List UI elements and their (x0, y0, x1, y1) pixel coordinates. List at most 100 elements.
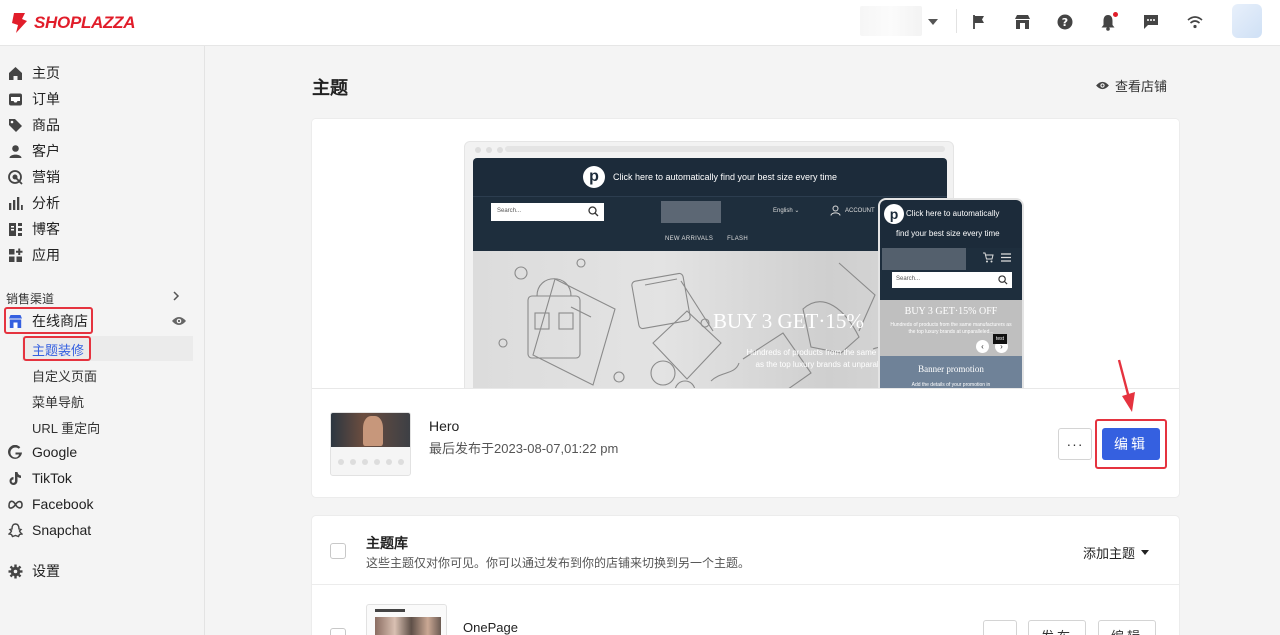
chevron-right-icon[interactable] (172, 291, 180, 301)
sidebar-item-label: Google (32, 444, 78, 460)
thumbnail-hero (331, 413, 410, 447)
announcement-text: Click here to automatically find your be… (612, 172, 838, 182)
site-account-label: ACCOUNT (845, 208, 875, 215)
site-hero: BUY 3 GET·15% Hundreds of products from … (473, 251, 947, 388)
annotation-arrow-icon (1117, 359, 1135, 412)
site-account: ACCOUNT (830, 205, 875, 216)
site-nav-flash: FLASH (727, 236, 748, 242)
sidebar-item-label: 博客 (32, 221, 60, 237)
sidebar-item-facebook[interactable]: Facebook (0, 492, 200, 516)
topbar-divider (956, 9, 957, 33)
sidebar-item-label: 设置 (32, 563, 60, 579)
cart-icon (983, 252, 994, 263)
inbox-icon (9, 93, 22, 105)
sidebar-item-label: 应用 (32, 247, 60, 263)
view-store-label: 查看店铺 (1115, 79, 1168, 94)
notification-dot (1113, 12, 1118, 17)
current-theme-name: Hero (429, 418, 460, 434)
mobile-header: Search... (880, 248, 1022, 300)
sales-channels-label: 销售渠道 (6, 292, 55, 306)
site-logo-redacted (661, 201, 721, 223)
mobile-test-label: test (993, 334, 1008, 344)
banner-title: Banner promotion (918, 364, 984, 374)
sidebar-item-blog[interactable]: 博客 (0, 217, 200, 241)
banner-subtitle: Add the details of your promotion in (911, 382, 991, 388)
site-language: English ⌄ (773, 208, 800, 214)
more-actions-button[interactable]: ··· (1058, 428, 1092, 460)
bar-chart-icon (9, 196, 23, 210)
sidebar-item-label: 主页 (32, 65, 60, 81)
sidebar-item-label: Snapchat (32, 522, 92, 538)
mobile-banner: Banner promotion Add the details of your… (880, 356, 1022, 388)
user-avatar[interactable] (1232, 4, 1262, 38)
sidebar-item-orders[interactable]: 订单 (0, 87, 200, 111)
sidebar: 主页 订单 商品 客户 营销 分析 博客 应用 销售渠道 在线商店 主题装修 自… (0, 46, 205, 635)
sidebar-item-home[interactable]: 主页 (0, 61, 200, 85)
library-description: 这些主题仅对你可见。你可以通过发布到你的店铺来切换到另一个主题。 (366, 556, 751, 570)
mobile-search-placeholder: Search... (896, 276, 921, 282)
edit-theme-button[interactable]: 编辑 (1102, 428, 1160, 460)
sidebar-item-snapchat[interactable]: Snapchat (0, 518, 200, 542)
top-bar: SHOPLAZZA ? (0, 0, 1280, 46)
onepage-thumbnail (366, 604, 447, 635)
p-logo-icon: p (582, 166, 605, 188)
library-checkbox[interactable] (330, 543, 346, 559)
site-nav: NEW ARRIVALS FLASH (665, 236, 748, 242)
person-icon (9, 144, 22, 158)
chevron-down-icon (928, 19, 938, 25)
site-nav-new-arrivals: NEW ARRIVALS (665, 236, 714, 242)
current-theme-published: 最后发布于2023-08-07,01:22 pm (429, 441, 619, 456)
target-icon (8, 169, 23, 185)
sidebar-sub-item-custom-pages[interactable]: 自定义页面 (32, 366, 97, 385)
sidebar-item-google[interactable]: Google (0, 440, 200, 464)
library-theme-name: OnePage (463, 620, 518, 635)
eye-icon (1096, 81, 1109, 90)
google-icon (8, 444, 22, 459)
theme-preview[interactable]: p Click here to automatically find your … (312, 119, 1179, 389)
add-theme-dropdown[interactable]: 添加主题 (1083, 543, 1150, 562)
view-store-link[interactable]: 查看店铺 (1095, 76, 1167, 95)
sidebar-item-customers[interactable]: 客户 (0, 139, 200, 163)
sidebar-item-apps[interactable]: 应用 (0, 243, 200, 267)
current-theme-card: p Click here to automatically find your … (312, 119, 1179, 497)
mobile-announcement-text: find your best size every time (896, 229, 1000, 239)
library-theme-more-button[interactable] (983, 620, 1017, 635)
sidebar-item-settings[interactable]: 设置 (0, 559, 200, 583)
flag-icon[interactable] (968, 11, 990, 33)
sidebar-sub-item-menu-navigation[interactable]: 菜单导航 (32, 392, 84, 411)
help-icon[interactable]: ? (1054, 11, 1076, 33)
caret-down-icon (1141, 550, 1150, 555)
page-title: 主题 (312, 78, 348, 98)
sidebar-item-marketing[interactable]: 营销 (0, 165, 200, 189)
store-icon[interactable] (1011, 11, 1033, 33)
mobile-logo-redacted (882, 248, 966, 270)
edit-library-theme-button[interactable]: 编辑 (1098, 620, 1156, 635)
shoplazza-logo[interactable]: SHOPLAZZA (10, 9, 135, 37)
chevron-left-icon: ‹ (976, 340, 989, 353)
announcement-bar: p Click here to automatically find your … (473, 158, 947, 196)
apps-icon (9, 248, 23, 262)
online-store-highlight (4, 307, 93, 334)
sidebar-item-label: 分析 (32, 195, 60, 211)
sidebar-item-label: 客户 (32, 143, 60, 159)
tag-icon (9, 118, 22, 132)
eye-icon[interactable] (171, 315, 187, 327)
mobile-search: Search... (892, 272, 1012, 288)
library-divider (312, 584, 1179, 585)
sidebar-item-products[interactable]: 商品 (0, 113, 200, 137)
bell-icon[interactable] (1097, 11, 1119, 33)
theme-row-checkbox[interactable] (330, 628, 346, 635)
site-search-placeholder: Search... (497, 208, 522, 214)
sidebar-item-analytics[interactable]: 分析 (0, 191, 200, 215)
store-selector[interactable] (860, 4, 944, 38)
svg-text:?: ? (1062, 16, 1068, 29)
themes-highlight (23, 336, 91, 361)
person-icon (830, 205, 841, 216)
sidebar-item-tiktok[interactable]: TikTok (0, 466, 200, 490)
wifi-icon[interactable] (1184, 11, 1206, 33)
sidebar-sub-item-url-redirects[interactable]: URL 重定向 (32, 418, 100, 437)
chat-icon[interactable] (1140, 11, 1162, 33)
site-search: Search... (491, 203, 604, 221)
hero-title: BUY 3 GET·15% (713, 309, 864, 333)
publish-theme-button[interactable]: 发布 (1028, 620, 1086, 635)
